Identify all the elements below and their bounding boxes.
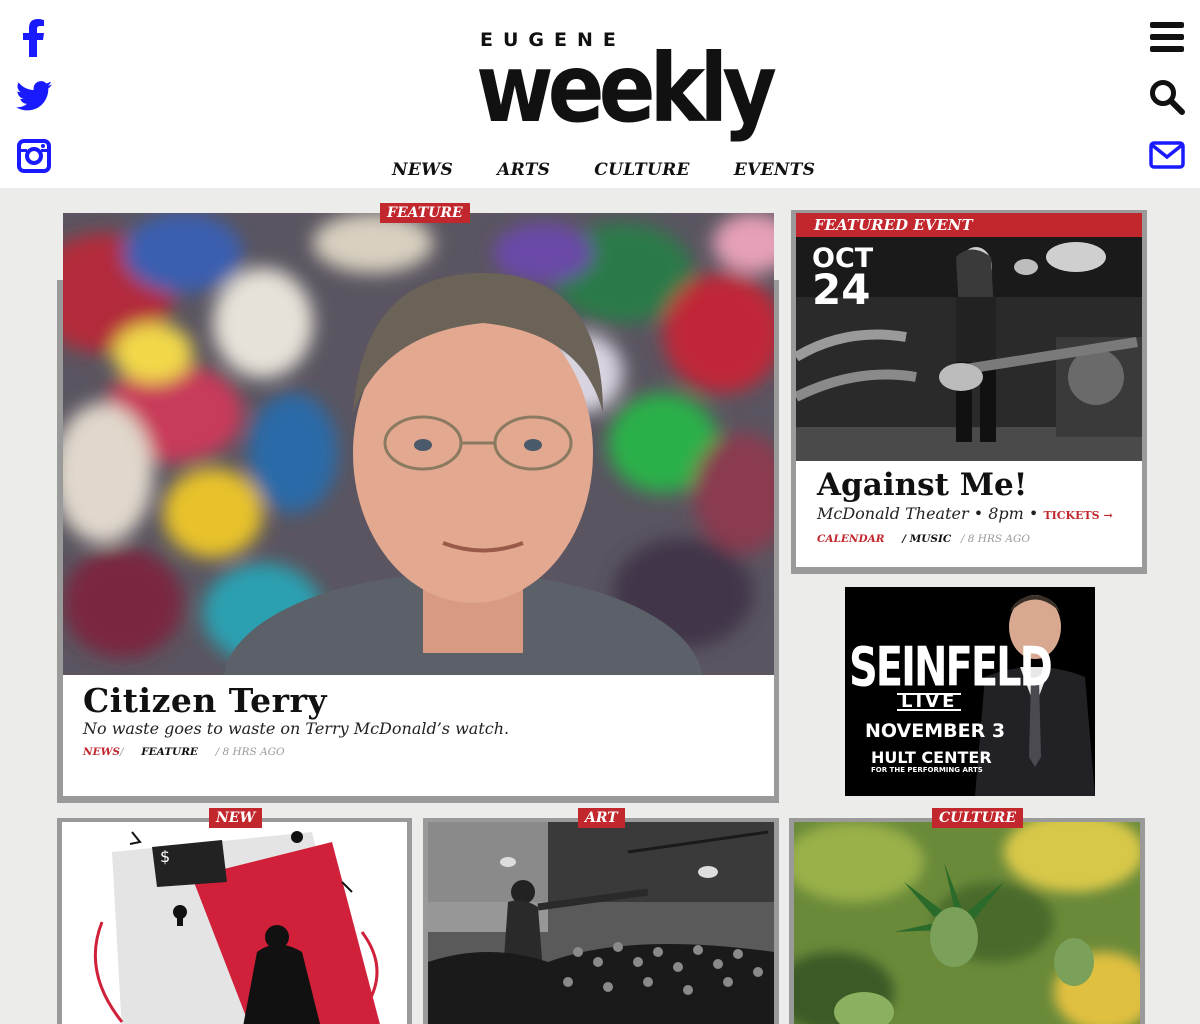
nav-events[interactable]: EVENTS: [734, 160, 815, 186]
event-title[interactable]: Against Me!: [817, 467, 1027, 503]
event-meta-time: / 8 HRS AGO: [960, 533, 1030, 545]
nav-news[interactable]: NEWS: [392, 160, 453, 186]
instagram-icon[interactable]: [14, 136, 54, 176]
feature-meta-section[interactable]: NEWS: [83, 746, 120, 758]
ad-venue-sub: FOR THE PERFORMING ARTS: [871, 766, 983, 774]
event-day: 24: [812, 265, 871, 315]
menu-icon[interactable]: [1148, 18, 1186, 56]
feature-meta-time: / 8 HRS AGO: [215, 746, 285, 758]
feature-tag[interactable]: FEATURE: [380, 203, 470, 223]
facebook-icon[interactable]: [14, 18, 54, 58]
culture-card[interactable]: [794, 822, 1140, 1024]
event-image[interactable]: OCT 24: [796, 237, 1142, 461]
event-venue-time: McDonald Theater • 8pm •: [817, 504, 1039, 523]
feature-meta: NEWS/ FEATURE / 8 HRS AGO: [83, 746, 285, 758]
news-card-tag[interactable]: NEW: [209, 808, 263, 828]
featured-event-card[interactable]: OCT 24 Against Me! McDonald Theater • 8p…: [796, 237, 1142, 567]
event-meta-section[interactable]: CALENDAR: [817, 533, 884, 545]
nav-arts[interactable]: ARTS: [497, 160, 550, 186]
svg-text:$: $: [160, 847, 170, 866]
event-subtitle: McDonald Theater • 8pm • TICKETS →: [817, 504, 1113, 523]
feature-title[interactable]: Citizen Terry: [83, 681, 327, 720]
ad-title: SEINFELD: [849, 637, 1053, 700]
event-meta-type[interactable]: / MUSIC: [902, 533, 951, 545]
event-meta: CALENDAR / MUSIC / 8 HRS AGO: [817, 533, 1030, 545]
logo-weekly-text: weekly: [476, 33, 777, 144]
art-card-tag[interactable]: ART: [578, 808, 625, 828]
ad-live: LIVE: [897, 693, 962, 711]
site-header: EUGENE weekly NEWS ARTS CULTURE EVENTS: [0, 0, 1200, 188]
art-card[interactable]: [428, 822, 774, 1024]
featured-event-heading: FEATURED EVENT: [796, 213, 1142, 237]
ad-venue: HULT CENTER: [871, 748, 992, 767]
feature-meta-type[interactable]: FEATURE: [141, 746, 198, 758]
twitter-icon[interactable]: [14, 76, 54, 116]
main-nav: NEWS ARTS CULTURE EVENTS: [392, 160, 859, 186]
tickets-link[interactable]: TICKETS →: [1043, 509, 1112, 522]
news-card[interactable]: $: [62, 822, 407, 1024]
culture-card-tag[interactable]: CULTURE: [932, 808, 1023, 828]
seinfeld-ad[interactable]: SEINFELD LIVE NOVEMBER 3 HULT CENTER FOR…: [845, 587, 1095, 796]
feature-card[interactable]: Citizen Terry No waste goes to waste on …: [63, 213, 774, 796]
feature-meta-sep: /: [119, 746, 124, 758]
mail-icon[interactable]: [1148, 136, 1186, 174]
site-logo[interactable]: EUGENE weekly: [476, 30, 777, 142]
feature-subtitle: No waste goes to waste on Terry McDonald…: [83, 719, 510, 738]
nav-culture[interactable]: CULTURE: [594, 160, 690, 186]
ad-date: NOVEMBER 3: [865, 720, 1006, 742]
search-icon[interactable]: [1148, 78, 1186, 116]
feature-image[interactable]: [63, 213, 774, 675]
event-date: OCT 24: [812, 245, 873, 315]
